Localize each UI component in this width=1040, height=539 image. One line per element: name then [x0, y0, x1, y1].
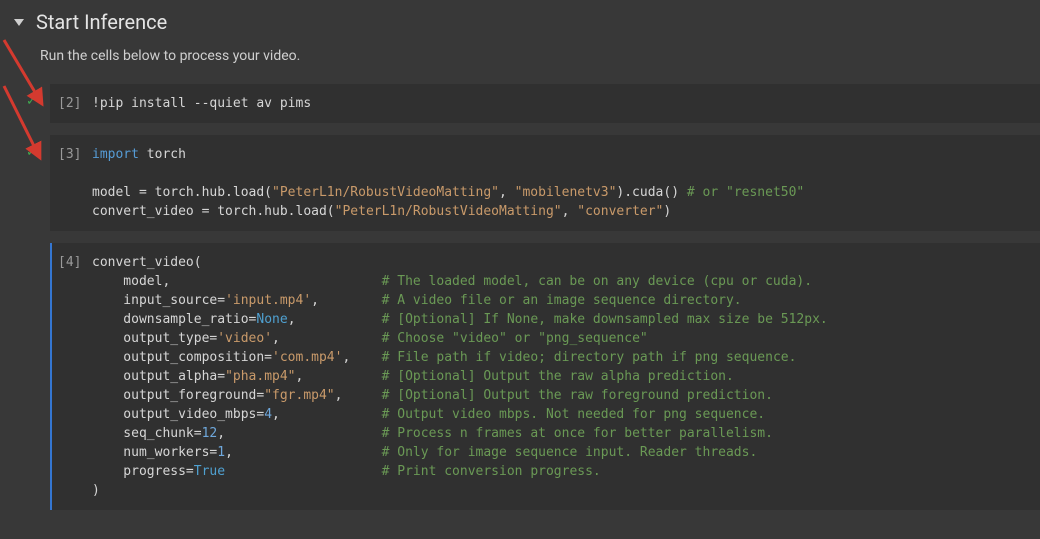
execution-count: [2] [58, 94, 92, 113]
execution-count: [4] [58, 253, 92, 500]
code-editor[interactable]: convert_video( model, # The loaded model… [92, 253, 1030, 500]
code-editor[interactable]: import torch model = torch.hub.load("Pet… [92, 145, 1030, 221]
code-cell[interactable]: ✓ [2]!pip install --quiet av pims [0, 84, 1040, 123]
section-description: Run the cells below to process your vide… [0, 40, 1040, 84]
collapse-triangle-icon[interactable] [14, 19, 24, 26]
cell-body[interactable]: [2]!pip install --quiet av pims [50, 84, 1040, 123]
cell-body[interactable]: [4]convert_video( model, # The loaded mo… [50, 243, 1040, 510]
cell-gutter[interactable]: ✓ [0, 84, 50, 123]
code-cell[interactable]: [4]convert_video( model, # The loaded mo… [0, 243, 1040, 510]
cell-gutter[interactable] [0, 243, 50, 510]
executed-check-icon: ✓ [26, 145, 37, 160]
code-editor[interactable]: !pip install --quiet av pims [92, 94, 1030, 113]
section-title: Start Inference [36, 10, 167, 34]
section-header[interactable]: Start Inference [0, 0, 1040, 40]
cell-gutter[interactable]: ✓ [0, 135, 50, 231]
code-cell[interactable]: ✓ [3]import torch model = torch.hub.load(… [0, 135, 1040, 231]
cell-body[interactable]: [3]import torch model = torch.hub.load("… [50, 135, 1040, 231]
executed-check-icon: ✓ [26, 94, 37, 109]
execution-count: [3] [58, 145, 92, 221]
